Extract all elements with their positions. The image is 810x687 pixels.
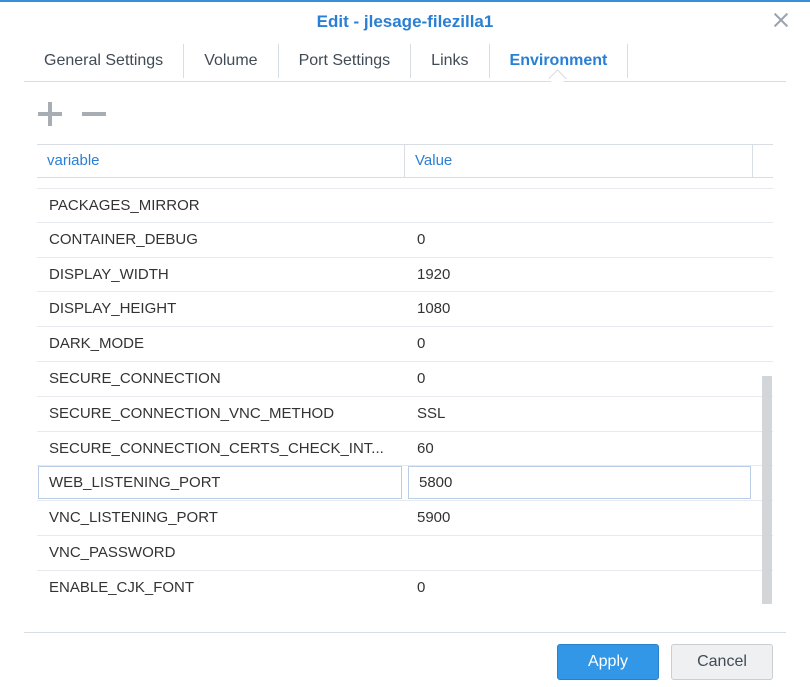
value-edit-field[interactable]: 5800 [408, 466, 751, 500]
variable-cell[interactable]: PACKAGES_MIRROR [37, 189, 405, 222]
plus-icon[interactable] [36, 100, 64, 128]
variable-cell[interactable]: SECURE_CONNECTION_VNC_METHOD [37, 397, 405, 431]
table-row[interactable]: SECURE_CONNECTION_CERTS_CHECK_INT... 60 [37, 432, 773, 467]
close-icon[interactable] [772, 11, 790, 29]
footer-divider [24, 632, 786, 633]
variable-cell[interactable]: DISPLAY_HEIGHT [37, 292, 405, 326]
value-cell[interactable] [405, 536, 753, 570]
value-cell[interactable]: SSL [405, 397, 753, 431]
tab-volume[interactable]: Volume [184, 44, 279, 78]
value-cell[interactable] [405, 189, 753, 222]
apply-button[interactable]: Apply [557, 644, 659, 680]
minus-icon[interactable] [80, 100, 108, 128]
value-cell[interactable]: 0 [405, 327, 753, 361]
tab-links[interactable]: Links [411, 44, 490, 78]
column-header-value[interactable]: Value [405, 145, 753, 177]
tab-general-settings[interactable]: General Settings [24, 44, 185, 78]
table-row[interactable]: CONTAINER_DEBUG 0 [37, 223, 773, 258]
tab-bar: General Settings Volume Port Settings Li… [24, 42, 786, 82]
edit-dialog: Edit - jlesage-filezilla1 General Settin… [0, 0, 810, 687]
scrollbar[interactable] [762, 376, 772, 604]
environment-table: variable Value PACKAGES_MIRROR CONTAINER… [37, 144, 773, 604]
cancel-button[interactable]: Cancel [671, 644, 773, 680]
value-cell[interactable]: 1080 [405, 292, 753, 326]
value-cell[interactable]: 1920 [405, 258, 753, 292]
table-row[interactable]: VNC_LISTENING_PORT 5900 [37, 501, 773, 536]
tab-environment[interactable]: Environment [490, 44, 629, 78]
table-row[interactable]: PACKAGES_MIRROR [37, 188, 773, 223]
value-cell[interactable]: 0 [405, 223, 753, 257]
variable-cell[interactable]: ENABLE_CJK_FONT [37, 571, 405, 604]
variable-cell[interactable]: SECURE_CONNECTION_CERTS_CHECK_INT... [37, 432, 405, 466]
dialog-title: Edit - jlesage-filezilla1 [316, 12, 494, 31]
value-cell[interactable]: 0 [405, 362, 753, 396]
table-row[interactable]: DISPLAY_HEIGHT 1080 [37, 292, 773, 328]
variable-cell[interactable]: DISPLAY_WIDTH [37, 258, 405, 292]
title-bar: Edit - jlesage-filezilla1 [0, 2, 810, 42]
value-cell[interactable]: 5900 [405, 501, 753, 535]
value-cell[interactable]: 60 [405, 432, 753, 466]
table-header: variable Value [37, 144, 773, 178]
tab-port-settings[interactable]: Port Settings [279, 44, 412, 78]
table-row[interactable]: SECURE_CONNECTION_VNC_METHOD SSL [37, 397, 773, 432]
variable-cell[interactable]: VNC_LISTENING_PORT [37, 501, 405, 535]
table-row[interactable]: DARK_MODE 0 [37, 327, 773, 362]
table-row[interactable]: DISPLAY_WIDTH 1920 [37, 258, 773, 293]
toolbar [36, 100, 108, 128]
variable-cell[interactable]: VNC_PASSWORD [37, 536, 405, 570]
value-cell[interactable]: 0 [405, 571, 753, 604]
table-row[interactable]: VNC_PASSWORD [37, 536, 773, 571]
column-header-variable[interactable]: variable [37, 145, 405, 177]
table-body: PACKAGES_MIRROR CONTAINER_DEBUG 0 DISPLA… [37, 188, 773, 604]
variable-cell[interactable]: CONTAINER_DEBUG [37, 223, 405, 257]
variable-edit-field[interactable]: WEB_LISTENING_PORT [38, 466, 402, 500]
table-row-editing[interactable]: WEB_LISTENING_PORT 5800 [37, 466, 773, 502]
table-row[interactable]: ENABLE_CJK_FONT 0 [37, 571, 773, 604]
table-row[interactable]: SECURE_CONNECTION 0 [37, 362, 773, 397]
variable-cell[interactable]: DARK_MODE [37, 327, 405, 361]
variable-cell[interactable]: SECURE_CONNECTION [37, 362, 405, 396]
